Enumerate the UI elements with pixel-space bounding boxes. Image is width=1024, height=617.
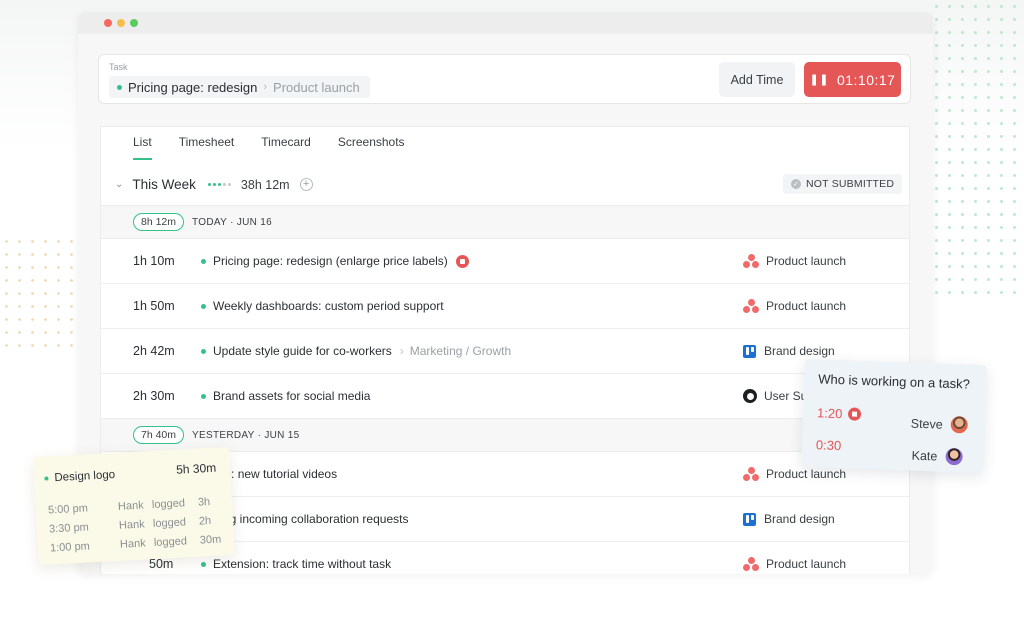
add-time-button[interactable]: Add Time [719,62,795,97]
stop-running-icon [848,407,862,421]
entry-description[interactable]: Brand assets for social media [201,389,370,403]
task-project: Product launch [273,79,360,95]
task-selector[interactable]: Pricing page: redesign › Product launch [109,76,370,98]
entry-description[interactable]: Extension: track time without task [201,557,391,571]
avatar [945,447,963,466]
window-titlebar [78,12,933,34]
week-total: 38h 12m [240,177,290,192]
entry-project[interactable]: User Su [743,389,807,403]
team-member: Steve [910,415,968,434]
task-log-card: Design logo 5h 30m 5:00 pm Hank logged 3… [33,446,235,566]
asana-icon [743,299,759,313]
team-member: Kate [911,447,963,466]
github-icon [743,389,757,403]
task-status-dot-icon [44,476,49,481]
time-entry-row[interactable]: 2h 42m Update style guide for co-workers… [101,329,909,374]
time-entry-row[interactable]: 1h 10m Pricing page: redesign (enlarge p… [101,239,909,284]
collapse-caret-icon[interactable]: ⌄ [115,179,123,190]
timer-value: 01:10:17 [836,71,896,88]
log-card-total: 5h 30m [175,460,217,477]
chevron-right-icon: › [263,81,268,93]
entry-subtask: Marketing / Growth [400,344,511,358]
asana-icon [743,254,759,268]
task-name: Pricing page: redesign [128,79,258,95]
entry-project[interactable]: Product launch [743,467,846,481]
day-date: JUN 16 [236,216,273,228]
decorative-dots-right [930,0,1024,300]
avatar [950,415,968,434]
submission-status-text: NOT SUBMITTED [806,178,895,190]
member-timer: 0:30 [815,437,842,454]
tab-timecard[interactable]: Timecard [261,135,311,160]
minimize-window-icon[interactable] [117,19,125,27]
task-timer-bar: Task Pricing page: redesign › Product la… [98,54,911,104]
entry-duration: 2h 42m [133,344,175,358]
add-entry-icon[interactable]: + [299,178,313,191]
maximize-window-icon[interactable] [130,19,138,27]
view-tabs: List Timesheet Timecard Screenshots [133,135,405,160]
week-progress-dots [207,183,231,186]
day-date: JUN 15 [264,429,300,441]
stop-timer-button[interactable]: ❚❚ 01:10:17 [804,62,901,97]
entry-status-dot-icon [201,393,206,399]
entry-description[interactable]: Update style guide for co-workers Market… [201,344,511,358]
week-title: This Week [132,177,196,192]
time-entry-row[interactable]: 2h 30m Brand assets for social media Use… [101,374,909,419]
close-window-icon[interactable] [104,19,112,27]
day-total: 7h 40m [133,426,185,444]
day-label: YESTERDAY [192,429,255,441]
tab-list[interactable]: List [133,135,152,160]
entry-duration: 1h 10m [133,254,175,268]
check-icon: ✓ [791,179,801,189]
member-timer: 1:20 [817,405,862,422]
entry-status-dot-icon [201,348,206,354]
entry-project[interactable]: Product launch [743,557,846,571]
task-field-label: Task [109,62,128,72]
entry-project[interactable]: Brand design [743,512,835,526]
entry-status-dot-icon [201,258,206,264]
entry-description[interactable]: Weekly dashboards: custom period support [201,299,444,313]
entry-duration: 1h 50m [133,299,175,313]
entry-description[interactable]: Pricing page: redesign (enlarge price la… [201,254,469,268]
day-header-today: 8h 12m TODAY · JUN 16 [101,205,909,239]
entry-status-dot-icon [201,303,206,309]
entry-project[interactable]: Product launch [743,254,846,268]
asana-icon [743,557,759,571]
day-label: TODAY [192,216,228,228]
log-row: 3:30 pm Hank logged 2h [48,514,212,536]
decorative-dots-left [0,235,80,355]
tab-timesheet[interactable]: Timesheet [179,135,235,160]
entry-project[interactable]: Brand design [743,344,835,358]
time-entry-row[interactable]: 1h 50m Weekly dashboards: custom period … [101,284,909,329]
week-header: ⌄ This Week 38h 12m + [115,177,313,192]
log-row: 5:00 pm Hank logged 3h [47,496,211,517]
trello-icon [743,344,756,358]
pause-icon: ❚❚ [809,74,829,86]
log-row: 1:00 pm Hank logged 30m [49,533,222,555]
day-total: 8h 12m [133,213,185,231]
tab-screenshots[interactable]: Screenshots [338,135,405,160]
trello-icon [743,512,756,526]
submission-status-badge[interactable]: ✓ NOT SUBMITTED [783,174,903,194]
who-card-question: Who is working on a task? [817,371,971,392]
who-is-working-card: Who is working on a task? 1:20 Steve 0:3… [801,358,987,474]
entry-project[interactable]: Product launch [743,299,846,313]
entry-duration: 2h 30m [133,389,175,403]
log-card-task: Design logo [44,469,115,485]
task-status-dot-icon [117,84,122,90]
stop-running-icon[interactable] [455,254,469,268]
asana-icon [743,467,759,481]
entry-status-dot-icon [201,561,206,567]
